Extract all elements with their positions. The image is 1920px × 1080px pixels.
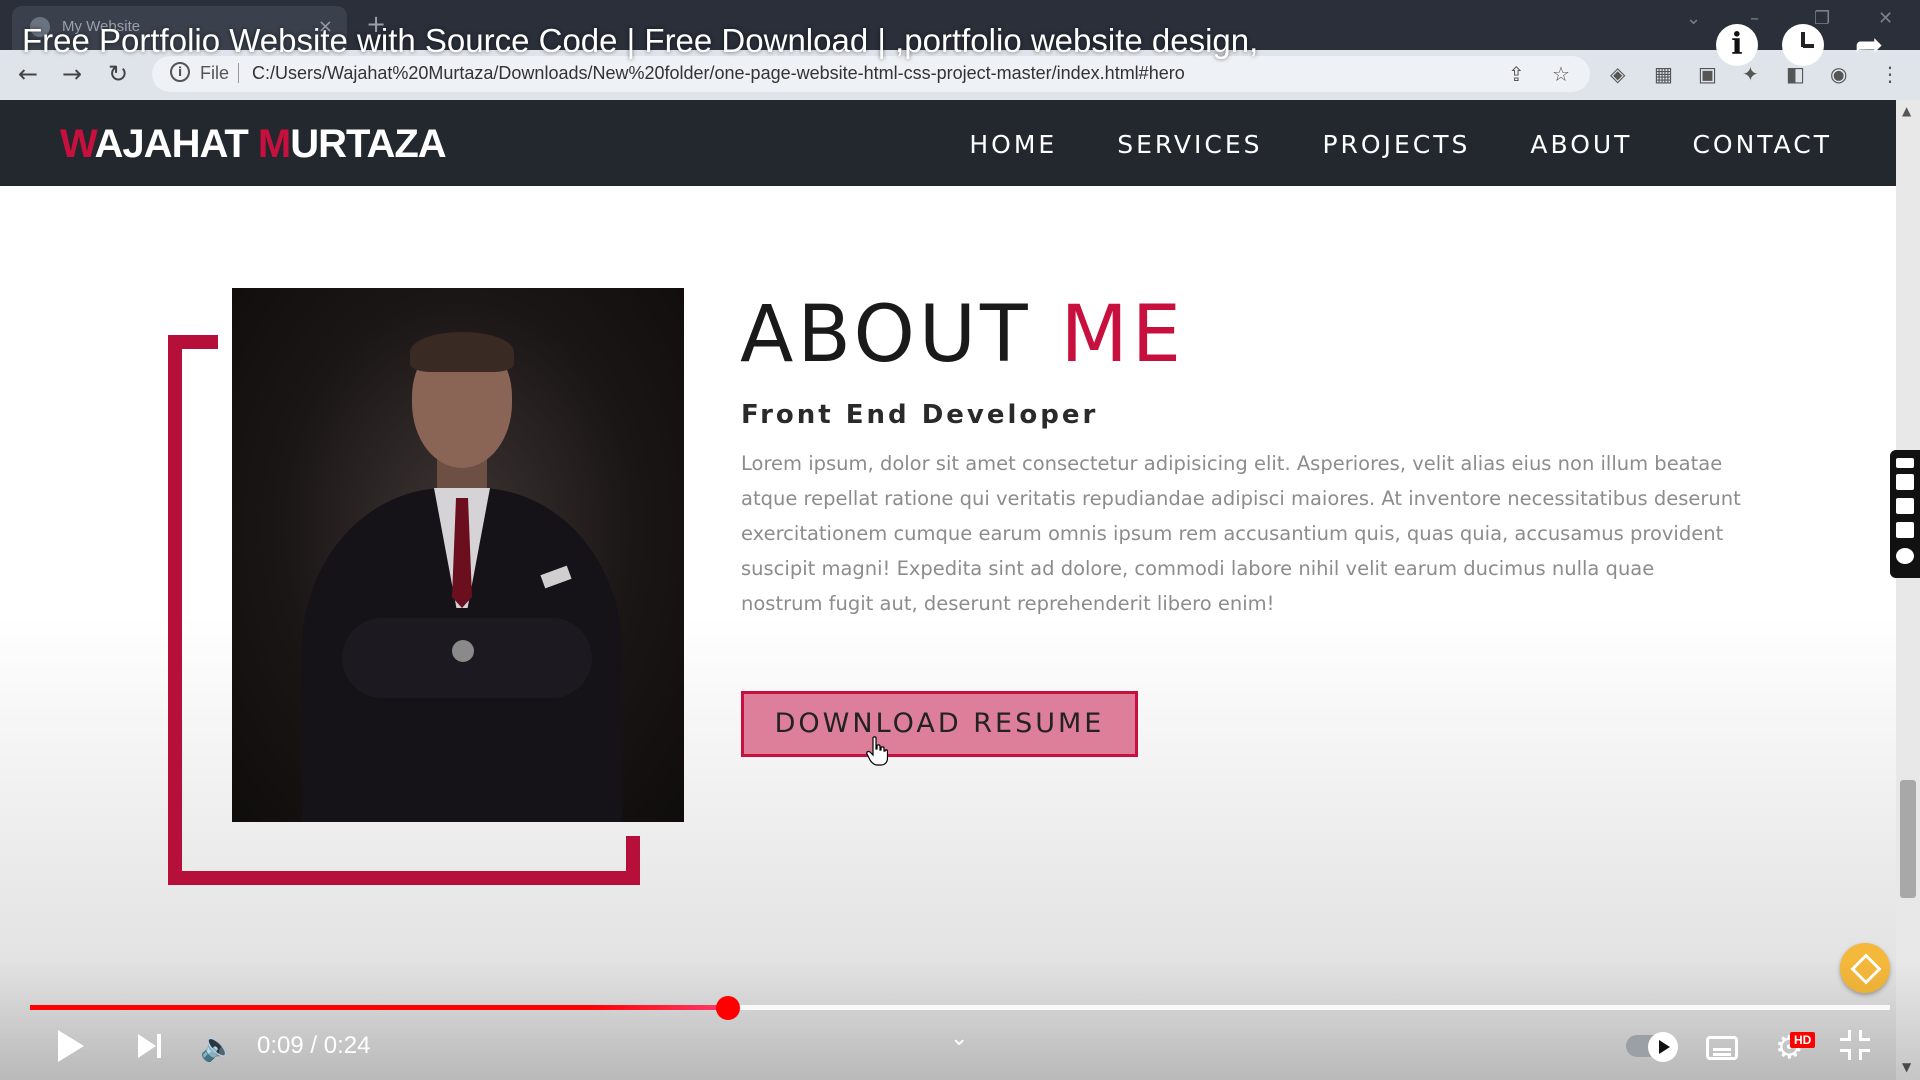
exit-fullscreen-icon[interactable]: [1840, 1030, 1870, 1060]
volume-icon[interactable]: 🔈: [200, 1030, 235, 1063]
photo-frame-right: [626, 836, 640, 885]
tab-search-chevron-icon[interactable]: ⌄: [1686, 8, 1701, 29]
window-capture-icon[interactable]: [1896, 522, 1914, 538]
puzzle-icon[interactable]: ✦: [1742, 62, 1759, 86]
photo-hair: [410, 332, 514, 372]
time-display: 0:09 / 0:24: [257, 1032, 371, 1059]
reload-icon[interactable]: ↻: [108, 60, 128, 88]
autoplay-play-icon: [1648, 1032, 1678, 1062]
qr-code-icon[interactable]: ▦: [1654, 62, 1673, 86]
progress-scrubber[interactable]: [715, 996, 740, 1020]
camera-icon[interactable]: [1896, 474, 1914, 490]
exit-fs-corner-tr: [1859, 1030, 1870, 1041]
next-triangle: [138, 1034, 156, 1058]
nav-contact[interactable]: CONTACT: [1692, 130, 1832, 159]
nav-home[interactable]: HOME: [969, 130, 1057, 159]
nav-about[interactable]: ABOUT: [1530, 130, 1632, 159]
progress-played: [30, 1005, 728, 1010]
site-info-icon[interactable]: i: [170, 62, 190, 82]
scroll-up-arrow-icon[interactable]: ▲: [1902, 104, 1911, 118]
address-separator: [238, 63, 239, 83]
photo-frame-top: [168, 335, 218, 349]
hand-cursor-icon: [866, 736, 888, 766]
download-resume-button[interactable]: DOWNLOAD RESUME: [741, 691, 1138, 757]
photo-frame-bottom: [168, 871, 640, 885]
hd-badge: HD: [1790, 1032, 1816, 1048]
photo-watch: [452, 640, 474, 662]
info-icon[interactable]: i: [1716, 24, 1758, 66]
profile-photo: [232, 288, 684, 822]
bookmark-star-icon[interactable]: ☆: [1552, 62, 1570, 86]
site-logo[interactable]: WAJAHAT MURTAZA: [60, 122, 447, 167]
more-menu-icon[interactable]: ⋮: [1880, 62, 1900, 86]
about-subtitle: Front End Developer: [741, 400, 1099, 430]
video-camera-icon[interactable]: [1896, 498, 1914, 514]
toolbar-pin-icon[interactable]: [1896, 458, 1914, 468]
exit-fs-corner-bl: [1840, 1049, 1851, 1060]
minimize-icon[interactable]: –: [1750, 8, 1759, 29]
page-scroll-thumb[interactable]: [1900, 780, 1916, 898]
nav-projects[interactable]: PROJECTS: [1322, 130, 1470, 159]
about-title: ABOUT ME: [740, 290, 1185, 380]
gear-icon[interactable]: [1896, 548, 1914, 564]
about-title-accent: ME: [1060, 290, 1186, 380]
arrow-left-icon[interactable]: ←: [18, 60, 38, 88]
play-icon[interactable]: [58, 1030, 84, 1062]
share-page-icon[interactable]: ⇪: [1508, 62, 1525, 86]
main-nav: HOME SERVICES PROJECTS ABOUT CONTACT: [969, 130, 1832, 159]
address-scheme: File: [200, 63, 230, 83]
logo-last-rest: URTAZA: [290, 122, 446, 166]
extension-icon[interactable]: ▣: [1698, 62, 1717, 86]
page-scrollbar[interactable]: [1896, 100, 1920, 1080]
share-arrow-icon[interactable]: ➦: [1848, 24, 1890, 66]
address-url[interactable]: C:/Users/Wajahat%20Murtaza/Downloads/New…: [252, 63, 1185, 84]
watch-later-clock-icon[interactable]: [1782, 24, 1824, 66]
logo-last-initial: M: [257, 122, 291, 166]
restore-icon[interactable]: ❐: [1814, 8, 1830, 29]
extension-shield-icon[interactable]: ◈: [1610, 62, 1625, 86]
video-title[interactable]: Free Portfolio Website with Source Code …: [22, 22, 1258, 60]
chevron-down-icon[interactable]: ⌄: [950, 1026, 968, 1051]
arrow-right-icon[interactable]: →: [62, 60, 82, 88]
logo-first-rest: AJAHAT: [94, 122, 258, 166]
subtitles-icon[interactable]: [1706, 1036, 1738, 1060]
photo-frame-left: [168, 335, 182, 885]
nav-services[interactable]: SERVICES: [1117, 130, 1262, 159]
logo-first-initial: W: [60, 122, 96, 166]
about-title-main: ABOUT: [740, 290, 1061, 380]
player-controls-shade: [0, 960, 1920, 1080]
site-header: WAJAHAT MURTAZA HOME SERVICES PROJECTS A…: [0, 100, 1896, 186]
profile-icon[interactable]: ◉: [1830, 62, 1847, 86]
exit-fs-corner-tl: [1840, 1030, 1851, 1041]
next-bar: [157, 1034, 161, 1058]
exit-fs-corner-br: [1859, 1049, 1870, 1060]
about-description: Lorem ipsum, dolor sit amet consectetur …: [741, 452, 1741, 615]
